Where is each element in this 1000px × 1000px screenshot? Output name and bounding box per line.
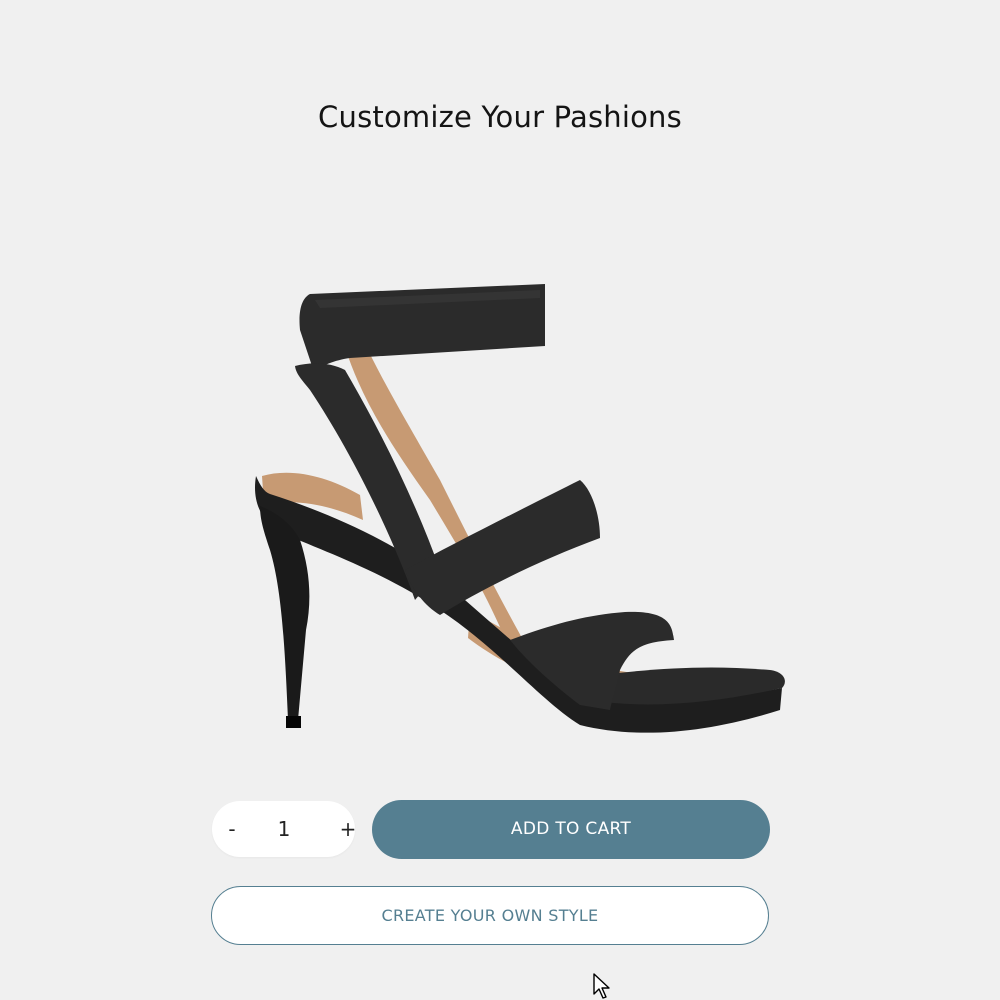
create-your-own-style-button[interactable]: CREATE YOUR OWN STYLE [211, 886, 769, 945]
add-to-cart-button[interactable]: ADD TO CART [372, 800, 770, 859]
mouse-cursor-icon [593, 973, 610, 999]
page-title: Customize Your Pashions [318, 100, 682, 134]
quantity-decrement-button[interactable]: - [212, 801, 252, 857]
product-shoe-image [255, 284, 785, 733]
quantity-value[interactable]: 1 [264, 801, 304, 857]
quantity-stepper: - 1 + [212, 801, 356, 857]
quantity-increment-button[interactable]: + [328, 801, 368, 857]
product-page: Customize Your Pashions - 1 + ADD TO CAR… [0, 0, 1000, 1000]
